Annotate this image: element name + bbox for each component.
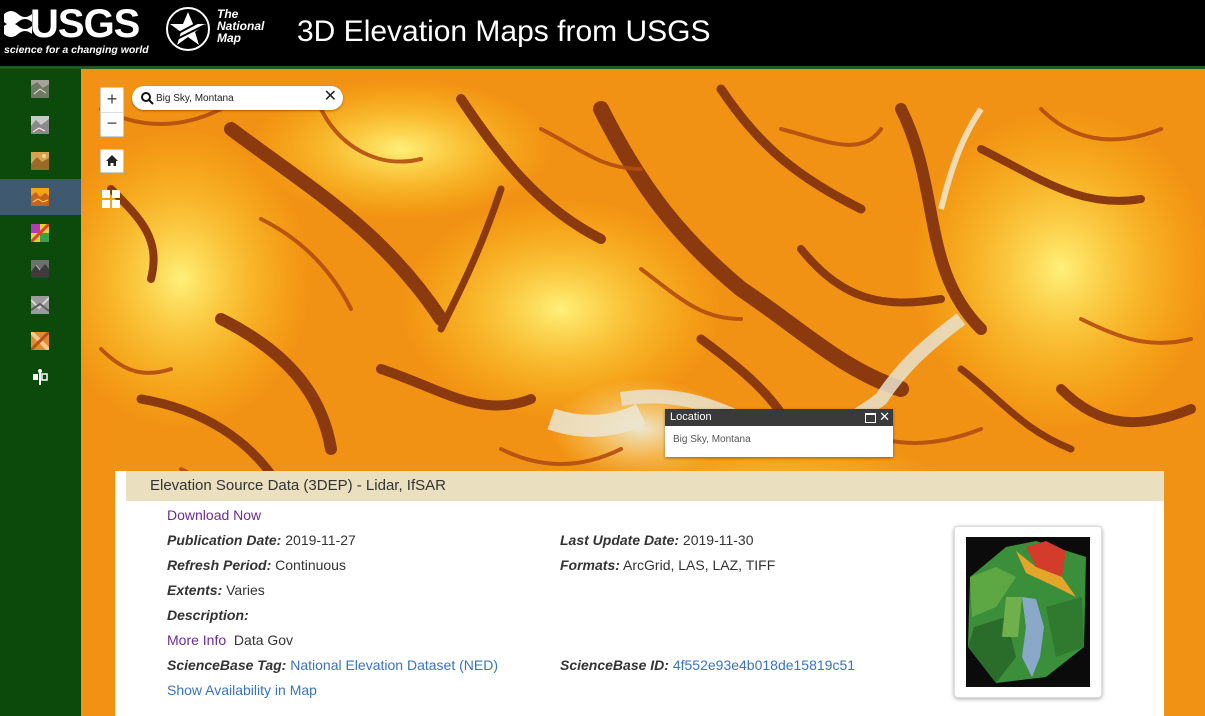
extents-label: Extents: (167, 582, 223, 598)
slope-icon (31, 296, 49, 314)
imagery-topo-icon (31, 80, 49, 98)
sciencebase-tag-link[interactable]: National Elevation Dataset (NED) (290, 657, 498, 673)
sidebar-item-elevation-tint[interactable] (0, 179, 81, 215)
dataset-thumbnail[interactable] (954, 526, 1102, 698)
last-update-label: Last Update Date: (560, 532, 680, 548)
publication-date-value: 2019-11-27 (285, 532, 356, 548)
more-info-link[interactable]: More Info (167, 632, 226, 648)
sidebar-item-color-elevation[interactable] (0, 215, 81, 251)
shaded-relief-icon (31, 152, 49, 170)
clear-search-button[interactable]: ✕ (324, 87, 337, 107)
sidebar-item-hillshade[interactable] (0, 251, 81, 287)
tnm-line: Map (217, 31, 241, 45)
color-elevation-icon (31, 224, 49, 242)
sidebar-item-slope[interactable] (0, 287, 81, 323)
basemap-gallery-button[interactable] (100, 188, 122, 210)
popup-title: Location (670, 411, 712, 423)
location-popup: Location ✕ Big Sky, Montana (665, 409, 893, 457)
elevation-tint-icon (31, 188, 49, 206)
elevation-map[interactable]: + − ✕ Location ✕ Big Sky, Montana El (81, 69, 1205, 716)
formats-label: Formats: (560, 557, 620, 573)
location-search: ✕ (132, 86, 343, 110)
panel-title: Elevation Source Data (3DEP) - Lidar, If… (150, 477, 446, 494)
sciencebase-tag-label: ScienceBase Tag: (167, 657, 287, 673)
home-button[interactable] (100, 149, 124, 173)
sciencebase-tag-row: ScienceBase Tag: National Elevation Data… (167, 657, 498, 673)
sidebar-item-imagery-topo[interactable] (0, 71, 81, 107)
usgs-wave-icon (4, 11, 32, 37)
more-info-row: More Info Data Gov (167, 632, 293, 648)
refresh-period-row: Refresh Period: Continuous (167, 557, 346, 573)
description-row: Description: (167, 607, 249, 623)
search-input[interactable] (156, 90, 316, 106)
page-title: 3D Elevation Maps from USGS (297, 15, 711, 48)
usgs-tagline: science for a changing world (4, 44, 149, 56)
home-icon (106, 155, 118, 166)
usgs-wordmark: USGS (30, 2, 140, 46)
imagery-gray-icon (31, 116, 49, 134)
last-update-value: 2019-11-30 (682, 532, 754, 548)
compare-swipe-icon (33, 369, 48, 385)
lidar-3d-preview-image (966, 537, 1090, 687)
search-icon[interactable] (140, 91, 154, 105)
sidebar-item-compare[interactable] (0, 359, 81, 395)
sidebar-item-aspect[interactable] (0, 323, 81, 359)
usgs-logo[interactable]: USGS science for a changing world (4, 2, 154, 58)
layer-sidebar (0, 69, 81, 716)
extents-value: Varies (226, 582, 265, 598)
download-now-link[interactable]: Download Now (167, 507, 261, 523)
publication-date-row: Publication Date: 2019-11-27 (167, 532, 356, 548)
description-label: Description: (167, 607, 249, 623)
grid-icon (102, 190, 120, 208)
refresh-period-label: Refresh Period: (167, 557, 272, 573)
dataset-info-panel: Elevation Source Data (3DEP) - Lidar, If… (115, 471, 1164, 716)
popup-header: Location ✕ (665, 409, 893, 426)
national-map-star-icon (166, 7, 210, 51)
app-header: USGS science for a changing world The Na… (0, 0, 1205, 66)
last-update-row: Last Update Date: 2019-11-30 (560, 532, 754, 548)
formats-value: ArcGrid, LAS, LAZ, TIFF (623, 557, 776, 573)
extents-row: Extents: Varies (167, 582, 265, 598)
data-gov-link[interactable]: Data Gov (234, 632, 293, 648)
national-map-logo[interactable]: The National Map (165, 6, 275, 56)
sidebar-item-imagery-gray[interactable] (0, 107, 81, 143)
sciencebase-id-row: ScienceBase ID: 4f552e93e4b018de15819c51 (560, 657, 855, 673)
sciencebase-id-label: ScienceBase ID: (560, 657, 669, 673)
zoom-out-button[interactable]: − (101, 112, 123, 136)
national-map-text: The National Map (217, 8, 277, 44)
hillshade-icon (31, 260, 49, 278)
maximize-icon[interactable] (865, 413, 876, 423)
sciencebase-id-link[interactable]: 4f552e93e4b018de15819c51 (673, 657, 855, 673)
publication-date-label: Publication Date: (167, 532, 282, 548)
sidebar-item-shaded-relief[interactable] (0, 143, 81, 179)
popup-location-text: Big Sky, Montana (673, 434, 751, 445)
aspect-icon (31, 332, 49, 350)
zoom-in-button[interactable]: + (101, 88, 123, 113)
refresh-period-value: Continuous (275, 557, 346, 573)
formats-row: Formats: ArcGrid, LAS, LAZ, TIFF (560, 557, 775, 573)
panel-header: Elevation Source Data (3DEP) - Lidar, If… (126, 471, 1164, 501)
show-availability-link[interactable]: Show Availability in Map (167, 682, 317, 698)
popup-close-button[interactable]: ✕ (879, 408, 890, 426)
zoom-control: + − (100, 87, 124, 137)
